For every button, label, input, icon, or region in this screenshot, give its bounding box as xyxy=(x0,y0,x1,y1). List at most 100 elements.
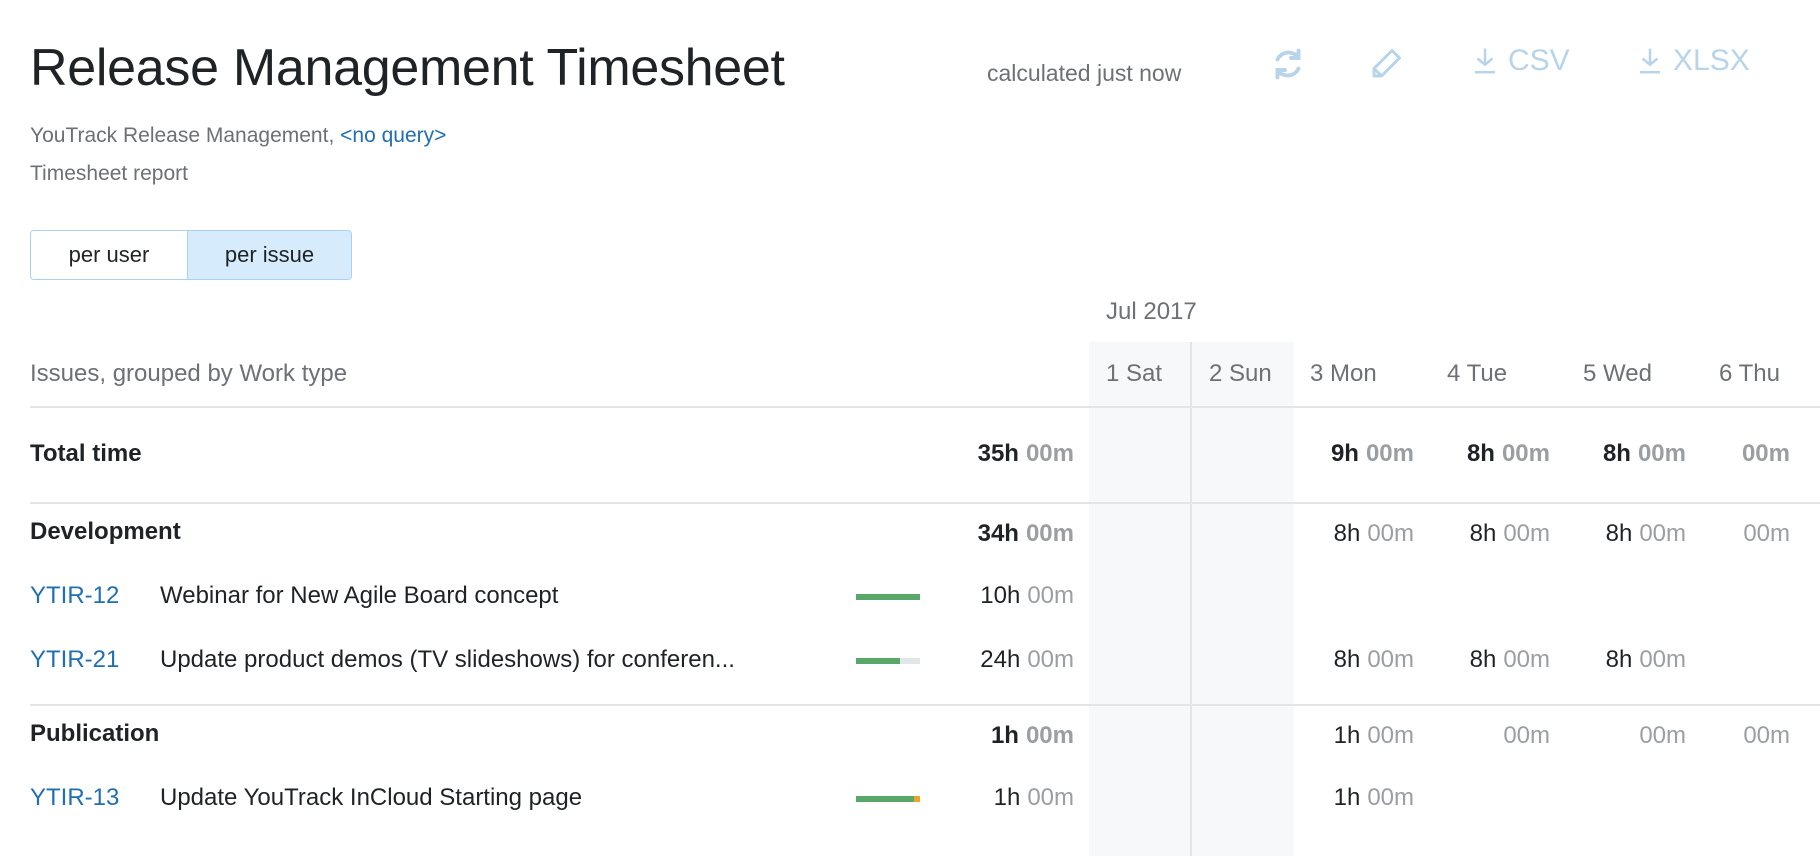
total-day-value: 9h 00m xyxy=(1331,440,1414,468)
minutes: 00m xyxy=(1639,646,1686,673)
progress-overspent xyxy=(914,796,920,802)
day-header: 6 Thu xyxy=(1719,360,1780,387)
report-scope: YouTrack Release Management, <no query> xyxy=(30,124,446,148)
xlsx-label: XLSX xyxy=(1673,44,1750,77)
toggle-per-user[interactable]: per user xyxy=(31,231,188,279)
report-type: Timesheet report xyxy=(30,162,188,185)
calculation-status: calculated just now xyxy=(987,60,1182,86)
group-day-value: 00m xyxy=(1743,722,1790,750)
hours: 8h xyxy=(1605,646,1633,673)
minutes: 00m xyxy=(1367,646,1414,673)
time-progress-bar xyxy=(856,594,920,600)
column-separator xyxy=(1190,342,1192,856)
minutes: 00m xyxy=(1367,520,1414,547)
hours: 10h xyxy=(980,582,1021,609)
day-header: 2 Sun xyxy=(1209,360,1272,387)
hours: 1h xyxy=(1333,784,1361,811)
group-label: Development xyxy=(30,518,181,545)
hours: 8h xyxy=(1466,440,1495,467)
hours: 9h xyxy=(1330,440,1359,467)
grouping-toggle: per user per issue xyxy=(30,230,352,280)
minutes: 00m xyxy=(1025,440,1074,467)
toggle-per-issue[interactable]: per issue xyxy=(188,231,351,279)
weekend-column-sat xyxy=(1089,342,1191,856)
grouping-label: Issues, grouped by Work type xyxy=(30,360,348,387)
issue-day-value: 1h 00m xyxy=(1334,784,1414,812)
csv-label: CSV xyxy=(1508,44,1570,77)
minutes: 00m xyxy=(1503,646,1550,673)
hours: 8h xyxy=(1333,520,1361,547)
day-header: 4 Tue xyxy=(1447,360,1508,387)
query-link[interactable]: <no query> xyxy=(340,124,446,147)
group-day-value: 8h 00m xyxy=(1470,520,1550,548)
group-sum: 1h 00m xyxy=(991,722,1074,750)
day-header: 5 Wed xyxy=(1583,360,1652,387)
refresh-icon[interactable] xyxy=(1270,46,1306,82)
minutes: 00m xyxy=(1639,520,1686,547)
month-label: Jul 2017 xyxy=(1106,298,1197,325)
time-progress-bar xyxy=(856,658,920,664)
issue-day-value: 8h 00m xyxy=(1470,646,1550,674)
minutes: 00m xyxy=(1743,722,1790,749)
minutes: 00m xyxy=(1367,722,1414,749)
minutes: 00m xyxy=(1027,646,1074,673)
hours: 1h xyxy=(1333,722,1361,749)
issue-day-value: 8h 00m xyxy=(1334,646,1414,674)
total-time-label: Total time xyxy=(30,440,142,467)
weekend-column-sun xyxy=(1192,342,1294,856)
group-day-value: 8h 00m xyxy=(1606,520,1686,548)
minutes: 00m xyxy=(1503,520,1550,547)
group-day-value: 1h 00m xyxy=(1334,722,1414,750)
download-xlsx-button[interactable]: XLSX xyxy=(1637,44,1750,78)
group-day-value: 8h 00m xyxy=(1334,520,1414,548)
hours: 8h xyxy=(1605,520,1633,547)
minutes: 00m xyxy=(1367,784,1414,811)
issue-summary[interactable]: Update YouTrack InCloud Starting page xyxy=(160,784,820,812)
issue-sum-time: 10h 00m xyxy=(980,582,1074,610)
day-header: 1 Sat xyxy=(1106,360,1163,387)
hours: 24h xyxy=(980,646,1021,673)
minutes: 00m xyxy=(1027,582,1074,609)
minutes: 00m xyxy=(1503,722,1550,749)
hours: 1h xyxy=(990,722,1019,749)
download-csv-button[interactable]: CSV xyxy=(1472,44,1570,78)
minutes: 00m xyxy=(1025,722,1074,749)
day-header: 3 Mon xyxy=(1310,360,1377,387)
total-day-value: 8h 00m xyxy=(1603,440,1686,468)
pencil-icon[interactable] xyxy=(1368,46,1404,82)
group-day-value: 00m xyxy=(1639,722,1686,750)
download-icon xyxy=(1640,48,1660,74)
minutes: 00m xyxy=(1637,440,1686,467)
minutes: 00m xyxy=(1027,784,1074,811)
issue-summary[interactable]: Update product demos (TV slideshows) for… xyxy=(160,646,820,674)
time-progress-bar xyxy=(856,796,920,802)
issue-day-value: 8h 00m xyxy=(1606,646,1686,674)
group-day-value: 00m xyxy=(1743,520,1790,548)
total-time-sum: 35h 00m xyxy=(978,440,1074,468)
total-day-value: 8h 00m xyxy=(1467,440,1550,468)
hours: 8h xyxy=(1469,646,1497,673)
page-title: Release Management Timesheet xyxy=(30,39,785,97)
minutes: 00m xyxy=(1025,520,1074,547)
hours: 34h xyxy=(977,520,1019,547)
minutes: 00m xyxy=(1501,440,1550,467)
issue-sum-time: 1h 00m xyxy=(994,784,1074,812)
minutes: 00m xyxy=(1639,722,1686,749)
issue-summary[interactable]: Webinar for New Agile Board concept xyxy=(160,582,820,610)
group-label: Publication xyxy=(30,720,160,747)
issue-id-link[interactable]: YTIR-21 xyxy=(30,646,119,674)
minutes: 00m xyxy=(1741,440,1790,467)
progress-spent xyxy=(856,594,920,600)
row-divider xyxy=(30,502,1820,504)
project-name: YouTrack Release Management, xyxy=(30,124,335,147)
minutes: 00m xyxy=(1365,440,1414,467)
issue-id-link[interactable]: YTIR-12 xyxy=(30,582,119,610)
hours: 1h xyxy=(993,784,1021,811)
hours: 8h xyxy=(1333,646,1361,673)
minutes: 00m xyxy=(1743,520,1790,547)
hours: 35h xyxy=(977,440,1019,467)
issue-id-link[interactable]: YTIR-13 xyxy=(30,784,119,812)
download-icon xyxy=(1475,48,1495,74)
issue-sum-time: 24h 00m xyxy=(980,646,1074,674)
progress-spent xyxy=(856,658,901,664)
